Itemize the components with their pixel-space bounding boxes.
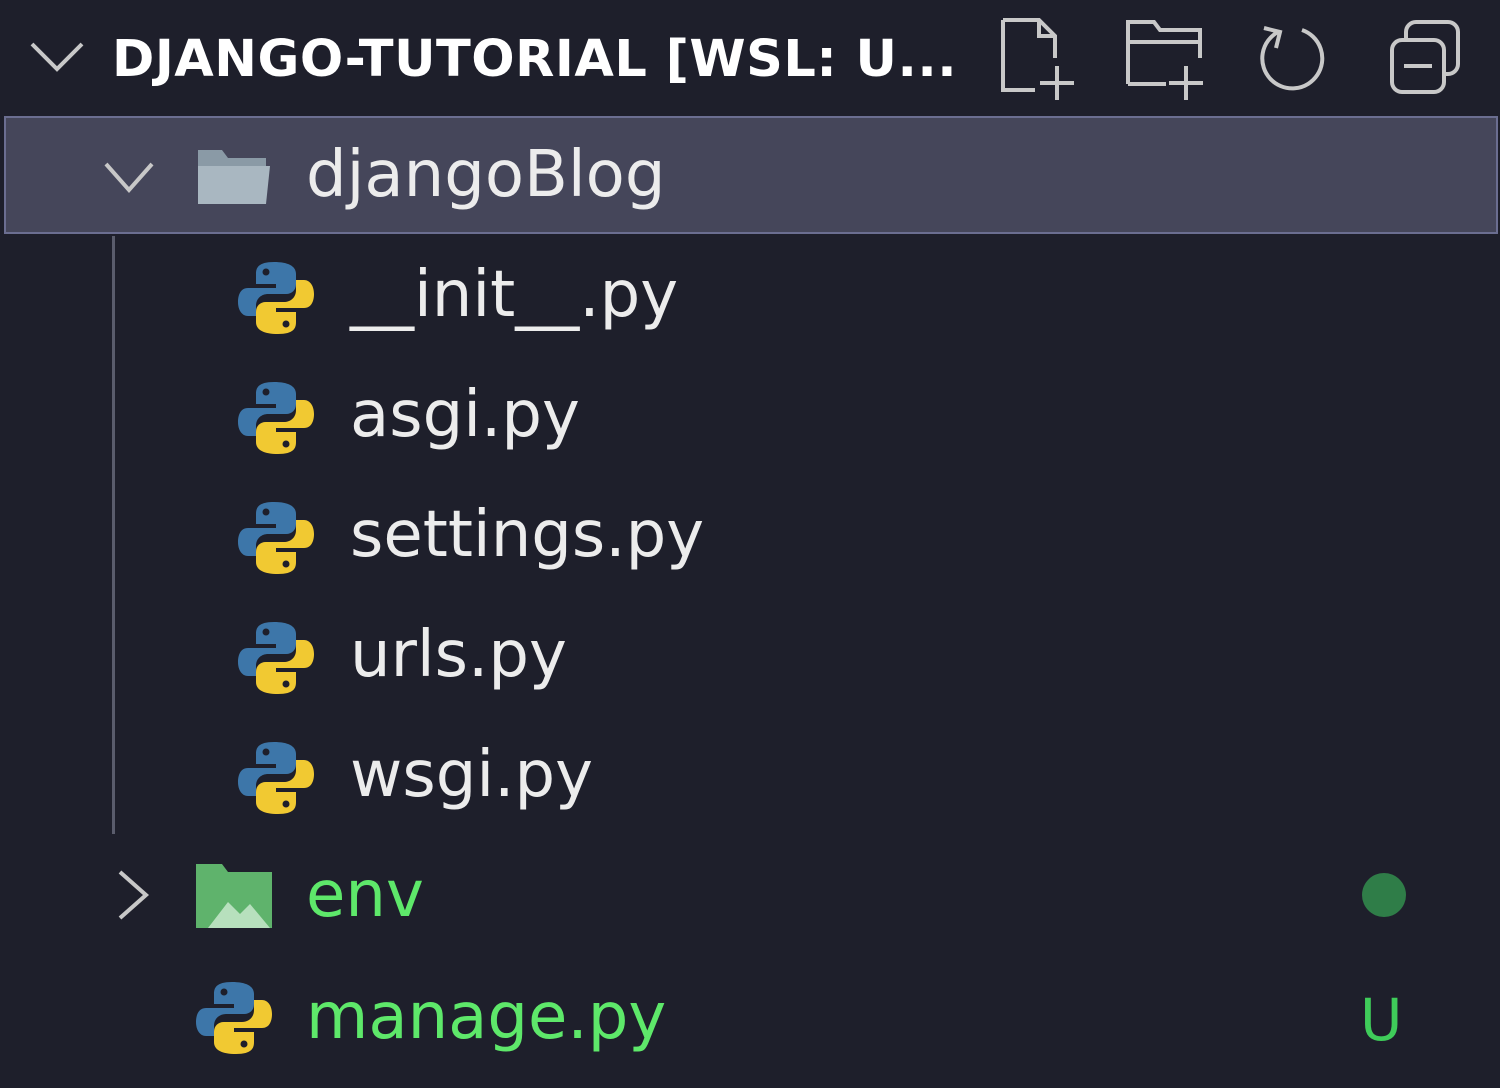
python-file-icon: [238, 622, 314, 694]
tree-folder-env[interactable]: env: [4, 836, 1498, 954]
collapse-all-button[interactable]: [1382, 14, 1472, 104]
refresh-icon: [1260, 26, 1325, 91]
python-file-icon: [238, 742, 314, 814]
python-file-icon: [238, 262, 314, 334]
tree-file-wsgi[interactable]: wsgi.py: [4, 716, 1498, 834]
tree-file-init[interactable]: __init__.py: [4, 236, 1498, 354]
explorer-panel: DJANGO-TUTORIAL [WSL: U... djangoBlog __…: [0, 0, 1500, 1088]
explorer-header[interactable]: DJANGO-TUTORIAL [WSL: U...: [0, 0, 1500, 116]
new-file-button[interactable]: [995, 14, 1085, 104]
workspace-title: DJANGO-TUTORIAL [WSL: U...: [112, 30, 958, 89]
tree-file-asgi[interactable]: asgi.py: [4, 356, 1498, 474]
tree-folder-djangoblog[interactable]: djangoBlog: [4, 116, 1498, 234]
new-folder-button[interactable]: [1122, 14, 1212, 104]
tree-folder-label: djangoBlog: [306, 138, 666, 212]
folder-environment-icon: [196, 864, 272, 928]
tree-file-urls[interactable]: urls.py: [4, 596, 1498, 714]
tree-file-manage[interactable]: manage.py: [4, 958, 1498, 1076]
python-file-icon: [238, 502, 314, 574]
collapse-all-icon: [1390, 20, 1460, 94]
new-folder-icon: [1126, 20, 1203, 100]
chevron-right-icon: [118, 870, 150, 920]
tree-file-label: asgi.py: [350, 378, 580, 452]
tree-file-label: __init__.py: [350, 258, 679, 332]
tree-folder-label: env: [306, 858, 424, 932]
untracked-status-badge: U: [1360, 986, 1403, 1054]
folder-open-icon: [198, 150, 270, 204]
status-dot-badge: [1362, 873, 1406, 917]
new-file-icon: [1001, 18, 1074, 100]
tree-file-label: settings.py: [350, 498, 705, 572]
tree-file-label: urls.py: [350, 618, 567, 692]
python-file-icon: [238, 382, 314, 454]
python-file-icon: [196, 982, 272, 1054]
tree-file-label: wsgi.py: [350, 738, 593, 812]
tree-file-settings[interactable]: settings.py: [4, 476, 1498, 594]
chevron-down-icon[interactable]: [26, 34, 88, 78]
chevron-down-icon: [104, 162, 154, 194]
tree-file-label: manage.py: [306, 980, 667, 1054]
refresh-button[interactable]: [1250, 14, 1340, 104]
